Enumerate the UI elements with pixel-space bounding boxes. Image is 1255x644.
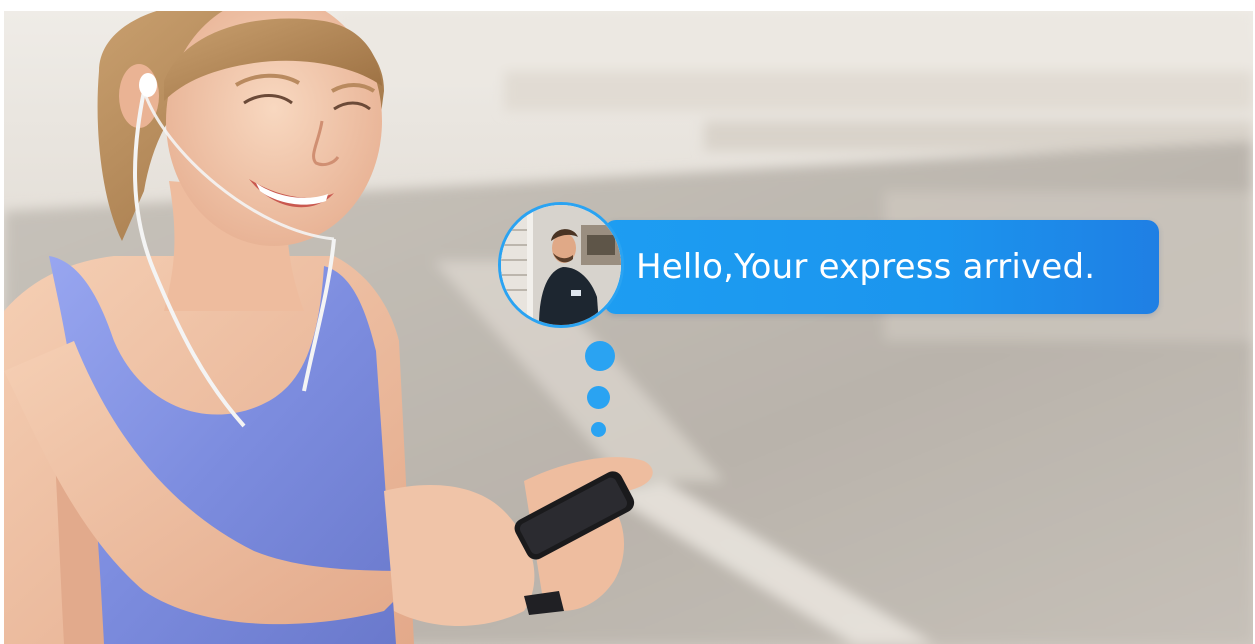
- scene: Hello,Your express arrived.: [4, 11, 1253, 644]
- message-text: Hello,Your express arrived.: [636, 247, 1096, 287]
- background-photo: [4, 11, 1253, 644]
- typing-dot-small: [591, 422, 606, 437]
- typing-dot-medium: [587, 386, 610, 409]
- courier-avatar-icon: [498, 202, 624, 328]
- typing-dot-large: [585, 341, 615, 371]
- message-bubble: Hello,Your express arrived.: [604, 220, 1159, 314]
